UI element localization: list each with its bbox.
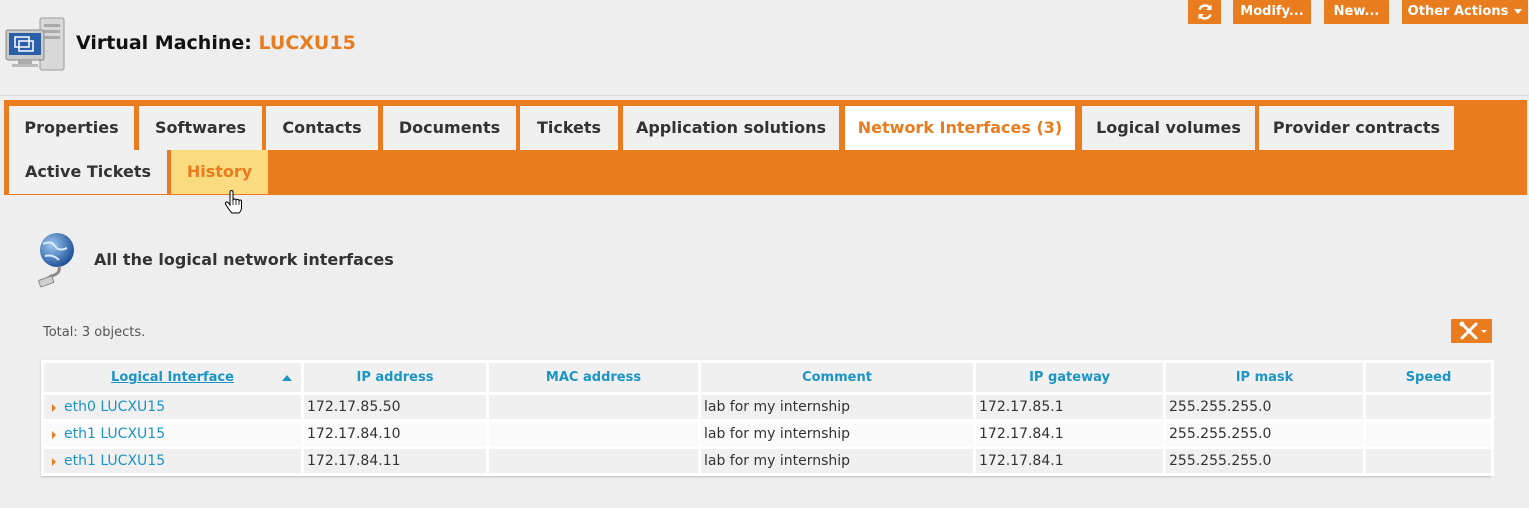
ip-address-cell: 172.17.84.11 (301, 446, 489, 476)
bullet-icon (52, 404, 56, 412)
column-header-ip-gateway[interactable]: IP gateway (973, 360, 1166, 395)
ip-gateway-cell: 172.17.84.1 (973, 419, 1166, 449)
interface-link[interactable]: eth0 LUCXU15 (41, 392, 304, 422)
virtual-machine-icon (5, 17, 65, 71)
interface-name: eth1 LUCXU15 (64, 453, 166, 469)
ip-mask-cell: 255.255.255.0 (1163, 392, 1366, 422)
comment-cell: lab for my internship (698, 419, 976, 449)
tab-logical-volumes[interactable]: Logical volumes (1082, 106, 1255, 150)
ip-gateway-cell: 172.17.85.1 (973, 392, 1166, 422)
mac-address-cell (486, 419, 701, 449)
page-title-prefix: Virtual Machine: (76, 32, 252, 54)
object-name: LUCXU15 (258, 32, 356, 54)
table-row: eth1 LUCXU15 172.17.84.10 lab for my int… (41, 419, 1494, 449)
tab-provider-contracts[interactable]: Provider contracts (1259, 106, 1454, 150)
column-header-comment[interactable]: Comment (698, 360, 976, 395)
list-tools-button[interactable] (1451, 319, 1492, 343)
chevron-down-icon (1514, 9, 1523, 14)
interface-name: eth0 LUCXU15 (64, 399, 166, 415)
total-count: Total: 3 objects. (43, 325, 146, 340)
tab-network-interfaces[interactable]: Network Interfaces (3) (845, 106, 1075, 150)
tab-properties[interactable]: Properties (9, 106, 134, 150)
tab-documents[interactable]: Documents (383, 106, 516, 150)
column-header-speed[interactable]: Speed (1363, 360, 1494, 395)
comment-cell: lab for my internship (698, 392, 976, 422)
interface-name: eth1 LUCXU15 (64, 426, 166, 442)
column-header-ip-mask[interactable]: IP mask (1163, 360, 1366, 395)
tab-history[interactable]: History (171, 150, 268, 194)
other-actions-label: Other Actions (1407, 4, 1509, 19)
speed-cell (1363, 392, 1494, 422)
table-row: eth1 LUCXU15 172.17.84.11 lab for my int… (41, 446, 1494, 476)
bullet-icon (52, 431, 56, 439)
column-header-label: Logical Interface (111, 370, 234, 385)
column-header-mac-address[interactable]: MAC address (486, 360, 701, 395)
refresh-icon (1197, 4, 1212, 20)
network-interface-icon (38, 233, 74, 288)
network-interfaces-table: Logical Interface IP address MAC address… (41, 360, 1494, 476)
hand-cursor-icon (224, 190, 242, 214)
mac-address-cell (486, 446, 701, 476)
bullet-icon (52, 458, 56, 466)
column-header-ip-address[interactable]: IP address (301, 360, 489, 395)
modify-button[interactable]: Modify... (1233, 0, 1311, 24)
ip-mask-cell: 255.255.255.0 (1163, 419, 1366, 449)
page-title: Virtual Machine: LUCXU15 (76, 32, 356, 54)
ip-mask-cell: 255.255.255.0 (1163, 446, 1366, 476)
tab-bar: Properties Softwares Contacts Documents … (4, 100, 1527, 195)
interface-link[interactable]: eth1 LUCXU15 (41, 419, 304, 449)
speed-cell (1363, 419, 1494, 449)
tools-icon (1459, 321, 1487, 340)
ip-address-cell: 172.17.85.50 (301, 392, 489, 422)
table-header-row: Logical Interface IP address MAC address… (41, 360, 1494, 395)
tab-active-tickets[interactable]: Active Tickets (9, 150, 167, 194)
other-actions-button[interactable]: Other Actions (1402, 0, 1528, 24)
sort-ascending-icon (282, 375, 292, 381)
mac-address-cell (486, 392, 701, 422)
ip-address-cell: 172.17.84.10 (301, 419, 489, 449)
speed-cell (1363, 446, 1494, 476)
refresh-button[interactable] (1188, 0, 1221, 24)
tab-contacts[interactable]: Contacts (266, 106, 378, 150)
interface-link[interactable]: eth1 LUCXU15 (41, 446, 304, 476)
tab-tickets[interactable]: Tickets (520, 106, 618, 150)
column-header-logical-interface[interactable]: Logical Interface (41, 360, 304, 395)
ip-gateway-cell: 172.17.84.1 (973, 446, 1166, 476)
tab-softwares[interactable]: Softwares (139, 106, 262, 150)
table-row: eth0 LUCXU15 172.17.85.50 lab for my int… (41, 392, 1494, 422)
tab-application-solutions[interactable]: Application solutions (623, 106, 839, 150)
section-title: All the logical network interfaces (94, 250, 394, 269)
comment-cell: lab for my internship (698, 446, 976, 476)
new-button[interactable]: New... (1324, 0, 1389, 24)
